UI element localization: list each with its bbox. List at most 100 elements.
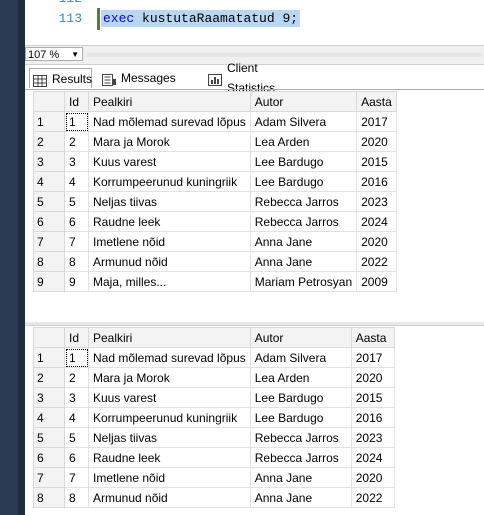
- table-row[interactable]: 3 3 Kuus varest Lee Bardugo 2015: [33, 151, 397, 172]
- cell-autor[interactable]: Lee Bardugo: [249, 171, 358, 192]
- row-number[interactable]: 6: [33, 447, 65, 468]
- cell-autor[interactable]: Rebecca Jarros: [249, 191, 358, 212]
- table-row[interactable]: 5 5 Neljas tiivas Rebecca Jarros 2023: [33, 191, 397, 212]
- row-number[interactable]: 1: [33, 111, 65, 132]
- cell-aasta[interactable]: 2023: [350, 427, 395, 448]
- table-row[interactable]: 8 8 Armunud nõid Anna Jane 2022: [33, 251, 397, 272]
- cell-aasta[interactable]: 2016: [356, 171, 397, 192]
- cell-aasta[interactable]: 2017: [356, 111, 397, 132]
- row-number[interactable]: 4: [33, 171, 65, 192]
- cell-pealkiri[interactable]: Neljas tiivas: [88, 191, 251, 212]
- column-header-pealkiri[interactable]: Pealkiri: [88, 327, 251, 348]
- cell-aasta[interactable]: 2022: [350, 487, 395, 508]
- row-number[interactable]: 2: [33, 131, 65, 152]
- cell-id[interactable]: 1: [64, 347, 89, 368]
- cell-aasta[interactable]: 2016: [350, 407, 395, 428]
- query-editor[interactable]: 112 113 exec kustutaRaamatatud 9;: [25, 0, 484, 45]
- cell-pealkiri[interactable]: Neljas tiivas: [88, 427, 251, 448]
- column-header-id[interactable]: Id: [64, 91, 89, 112]
- tab-messages[interactable]: Messages: [99, 68, 199, 88]
- table-row[interactable]: 7 7 Imetlene nõid Anna Jane 2020: [33, 467, 395, 488]
- row-number[interactable]: 7: [33, 467, 65, 488]
- table-row[interactable]: 2 2 Mara ja Morok Lea Arden 2020: [33, 131, 397, 152]
- table-row[interactable]: 6 6 Raudne leek Rebecca Jarros 2024: [33, 211, 397, 232]
- cell-id[interactable]: 6: [64, 211, 89, 232]
- cell-autor[interactable]: Lee Bardugo: [249, 407, 352, 428]
- cell-autor[interactable]: Anna Jane: [249, 487, 352, 508]
- cell-aasta[interactable]: 2015: [356, 151, 397, 172]
- table-row[interactable]: 3 3 Kuus varest Lee Bardugo 2015: [33, 387, 395, 408]
- code-line[interactable]: exec kustutaRaamatatud 9;: [101, 10, 301, 27]
- grid-corner[interactable]: [33, 327, 65, 348]
- cell-autor[interactable]: Anna Jane: [249, 467, 352, 488]
- cell-pealkiri[interactable]: Mara ja Morok: [88, 367, 251, 388]
- cell-pealkiri[interactable]: Armunud nõid: [88, 251, 251, 272]
- cell-pealkiri[interactable]: Armunud nõid: [88, 487, 251, 508]
- cell-aasta[interactable]: 2015: [350, 387, 395, 408]
- cell-id[interactable]: 8: [64, 487, 89, 508]
- column-header-pealkiri[interactable]: Pealkiri: [88, 91, 251, 112]
- cell-pealkiri[interactable]: Nad mõlemad surevad lõpus: [88, 111, 251, 132]
- tab-client-statistics[interactable]: Client Statistics: [205, 61, 305, 95]
- zoom-select[interactable]: 107 % ▼: [25, 47, 83, 61]
- table-row[interactable]: 4 4 Korrumpeerunud kuningriik Lee Bardugo 20…: [33, 171, 397, 192]
- cell-aasta[interactable]: 2009: [356, 271, 397, 292]
- cell-aasta[interactable]: 2017: [350, 347, 395, 368]
- row-number[interactable]: 8: [33, 251, 65, 272]
- row-number[interactable]: 8: [33, 487, 65, 508]
- cell-id[interactable]: 7: [64, 467, 89, 488]
- cell-aasta[interactable]: 2020: [356, 231, 397, 252]
- grid-corner[interactable]: [33, 91, 65, 112]
- row-number[interactable]: 3: [33, 387, 65, 408]
- cell-id[interactable]: 5: [64, 427, 89, 448]
- row-number[interactable]: 5: [33, 191, 65, 212]
- column-header-id[interactable]: Id: [64, 327, 89, 348]
- cell-autor[interactable]: Lea Arden: [249, 131, 358, 152]
- row-number[interactable]: 4: [33, 407, 65, 428]
- cell-autor[interactable]: Rebecca Jarros: [249, 447, 352, 468]
- table-row[interactable]: 7 7 Imetlene nõid Anna Jane 2020: [33, 231, 397, 252]
- cell-pealkiri[interactable]: Kuus varest: [88, 387, 251, 408]
- cell-id[interactable]: 3: [64, 151, 89, 172]
- cell-pealkiri[interactable]: Korrumpeerunud kuningriik: [88, 407, 251, 428]
- cell-id[interactable]: 7: [64, 231, 89, 252]
- cell-pealkiri[interactable]: Maja, milles...: [88, 271, 251, 292]
- table-row[interactable]: 8 8 Armunud nõid Anna Jane 2022: [33, 487, 395, 508]
- cell-autor[interactable]: Rebecca Jarros: [249, 427, 352, 448]
- column-header-autor[interactable]: Autor: [249, 91, 358, 112]
- cell-aasta[interactable]: 2020: [350, 467, 395, 488]
- cell-aasta[interactable]: 2020: [350, 367, 395, 388]
- cell-pealkiri[interactable]: Mara ja Morok: [88, 131, 251, 152]
- table-row[interactable]: 4 4 Korrumpeerunud kuningriik Lee Bardugo 20…: [33, 407, 395, 428]
- cell-id[interactable]: 9: [64, 271, 89, 292]
- cell-aasta[interactable]: 2024: [350, 447, 395, 468]
- column-header-autor[interactable]: Autor: [249, 327, 352, 348]
- cell-aasta[interactable]: 2022: [356, 251, 397, 272]
- cell-pealkiri[interactable]: Imetlene nõid: [88, 467, 251, 488]
- cell-id[interactable]: 8: [64, 251, 89, 272]
- cell-autor[interactable]: Anna Jane: [249, 231, 358, 252]
- cell-id[interactable]: 6: [64, 447, 89, 468]
- cell-id[interactable]: 4: [64, 171, 89, 192]
- cell-aasta[interactable]: 2020: [356, 131, 397, 152]
- cell-autor[interactable]: Adam Silvera: [249, 111, 358, 132]
- cell-autor[interactable]: Lee Bardugo: [249, 151, 358, 172]
- row-number[interactable]: 6: [33, 211, 65, 232]
- row-number[interactable]: 9: [33, 271, 65, 292]
- table-row[interactable]: 6 6 Raudne leek Rebecca Jarros 2024: [33, 447, 395, 468]
- cell-id[interactable]: 5: [64, 191, 89, 212]
- cell-pealkiri[interactable]: Raudne leek: [88, 211, 251, 232]
- row-number[interactable]: 3: [33, 151, 65, 172]
- cell-autor[interactable]: Anna Jane: [249, 251, 358, 272]
- cell-autor[interactable]: Mariam Petrosyan: [249, 271, 358, 292]
- cell-pealkiri[interactable]: Nad mõlemad surevad lõpus: [88, 347, 251, 368]
- cell-pealkiri[interactable]: Kuus varest: [88, 151, 251, 172]
- cell-aasta[interactable]: 2024: [356, 211, 397, 232]
- cell-autor[interactable]: Lee Bardugo: [249, 387, 352, 408]
- table-row[interactable]: 9 9 Maja, milles... Mariam Petrosyan 2009: [33, 271, 397, 292]
- cell-autor[interactable]: Adam Silvera: [249, 347, 352, 368]
- table-row[interactable]: 5 5 Neljas tiivas Rebecca Jarros 2023: [33, 427, 395, 448]
- cell-autor[interactable]: Rebecca Jarros: [249, 211, 358, 232]
- column-header-aasta[interactable]: Aasta: [356, 91, 397, 112]
- cell-autor[interactable]: Lea Arden: [249, 367, 352, 388]
